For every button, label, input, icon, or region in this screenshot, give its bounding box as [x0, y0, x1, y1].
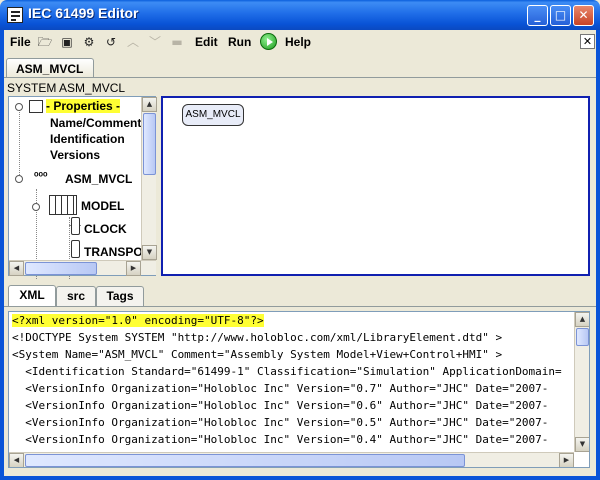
tree-toggle-icon[interactable] — [15, 175, 23, 183]
xml-line: <System Name="ASM_MVCL" Comment="Assembl… — [12, 348, 503, 361]
scroll-left-icon[interactable]: ◀ — [9, 261, 24, 276]
xml-editor[interactable]: <?xml version="1.0" encoding="UTF-8"?> <… — [8, 311, 590, 468]
delete-icon[interactable]: ▬ — [168, 33, 186, 51]
tree-panel[interactable]: - Properties - Name/Comment Identificati… — [8, 96, 157, 279]
tree-item-clock[interactable]: CLOCK — [84, 222, 127, 236]
menu-help[interactable]: Help — [285, 35, 311, 49]
tab-tags[interactable]: Tags — [96, 286, 144, 306]
xml-line: <!DOCTYPE System SYSTEM "http://www.holo… — [12, 331, 503, 344]
tree-item-transport[interactable]: TRANSPO — [84, 245, 143, 259]
system-label: SYSTEM ASM_MVCL — [7, 81, 126, 95]
scroll-thumb[interactable] — [576, 328, 589, 346]
tree-toggle-icon[interactable] — [15, 103, 23, 111]
xml-horizontal-scrollbar[interactable]: ◀ ▶ — [9, 452, 574, 467]
tree-item-device[interactable]: ASM_MVCL — [65, 172, 132, 186]
tree-item-identification[interactable]: Identification — [50, 132, 125, 146]
tab-divider — [4, 77, 596, 78]
tab-system[interactable]: ASM_MVCL — [6, 58, 94, 78]
window-frame-right — [596, 54, 600, 480]
minimize-button[interactable]: _ — [527, 5, 548, 26]
scroll-right-icon[interactable]: ▶ — [559, 453, 574, 467]
device-network-icon: ᵒᵒᵒ — [34, 170, 48, 182]
scroll-thumb[interactable] — [25, 454, 465, 467]
move-down-icon[interactable]: ﹀ — [146, 33, 164, 51]
xml-line: <?xml version="1.0" encoding="UTF-8"?> — [12, 314, 264, 327]
tree-item-name-comment[interactable]: Name/Comment — [50, 116, 141, 130]
app-icon — [7, 7, 23, 23]
tree-item-versions[interactable]: Versions — [50, 148, 100, 162]
scroll-up-icon[interactable]: ▲ — [142, 97, 157, 112]
tree-line — [19, 107, 20, 177]
scroll-down-icon[interactable]: ▼ — [142, 245, 157, 260]
scroll-left-icon[interactable]: ◀ — [9, 453, 24, 467]
tree-horizontal-scrollbar[interactable]: ◀ ▶ — [9, 260, 156, 276]
tree-item-properties[interactable]: - Properties - — [46, 99, 121, 113]
close-window-button[interactable]: ✕ — [573, 5, 594, 26]
tree-item-resource[interactable]: MODEL — [81, 199, 124, 213]
maximize-button[interactable]: □ — [550, 5, 571, 26]
run-play-icon[interactable] — [260, 33, 277, 50]
xml-line: <VersionInfo Organization="Holobloc Inc"… — [12, 416, 549, 429]
window-title: IEC 61499 Editor — [28, 5, 139, 21]
tab-divider — [4, 306, 596, 307]
scroll-up-icon[interactable]: ▲ — [575, 312, 589, 327]
xml-line: <Identification Standard="61499-1" Class… — [12, 365, 562, 378]
xml-line: <VersionInfo Organization="Holobloc Inc"… — [12, 382, 549, 395]
tab-src[interactable]: src — [56, 286, 96, 306]
menu-run[interactable]: Run — [228, 35, 251, 49]
scroll-thumb[interactable] — [25, 262, 97, 275]
xml-line: <VersionInfo Organization="Holobloc Inc"… — [12, 433, 549, 446]
window-frame-left — [0, 54, 4, 480]
scroll-right-icon[interactable]: ▶ — [126, 261, 141, 276]
move-up-icon[interactable]: ︿ — [124, 33, 142, 51]
save-as-icon[interactable]: ⚙ — [80, 33, 98, 51]
xml-line: <VersionInfo Organization="Holobloc Inc"… — [12, 399, 549, 412]
split-pane-divider[interactable] — [4, 279, 596, 285]
function-block-icon — [71, 217, 80, 235]
tab-xml[interactable]: XML — [8, 285, 56, 307]
save-icon[interactable]: ▣ — [58, 33, 76, 51]
menu-file[interactable]: File — [10, 35, 31, 49]
open-folder-icon[interactable]: 🗁 — [36, 33, 54, 51]
properties-icon — [29, 100, 43, 113]
scroll-thumb[interactable] — [143, 113, 156, 175]
tree-vertical-scrollbar[interactable]: ▲ ▼ — [141, 97, 157, 260]
function-block-icon — [71, 240, 80, 258]
tree-toggle-icon[interactable] — [32, 203, 40, 211]
window-frame-bottom — [0, 476, 600, 480]
system-node[interactable]: ASM_MVCL — [182, 104, 244, 126]
menu-edit[interactable]: Edit — [195, 35, 218, 49]
close-document-icon[interactable]: ✕ — [580, 34, 595, 49]
scroll-down-icon[interactable]: ▼ — [575, 437, 589, 452]
xml-vertical-scrollbar[interactable]: ▲ ▼ — [574, 312, 589, 452]
resource-icon — [49, 195, 77, 215]
undo-icon[interactable]: ↺ — [102, 33, 120, 51]
